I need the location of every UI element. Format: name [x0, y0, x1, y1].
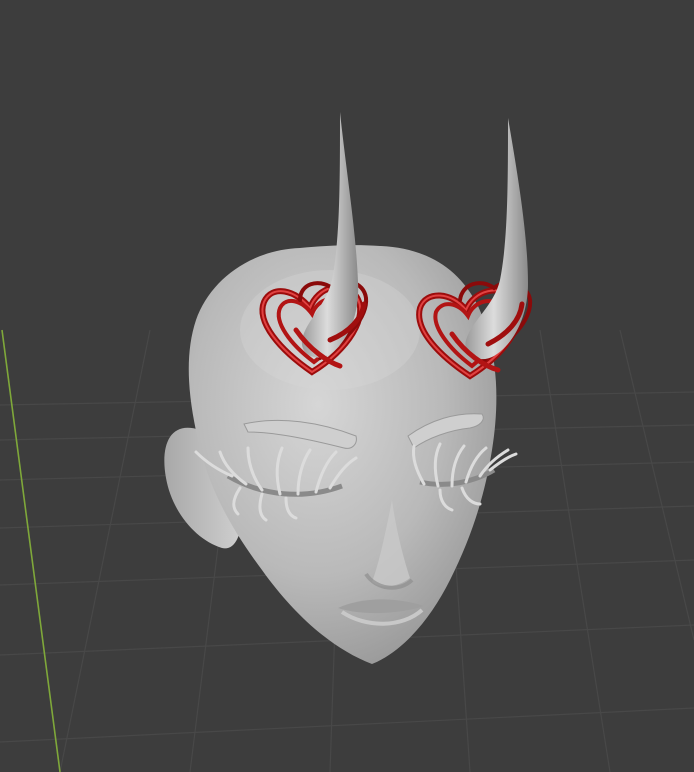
- viewport-canvas[interactable]: [0, 0, 694, 772]
- 3d-viewport[interactable]: [0, 0, 694, 772]
- y-axis-line: [1, 329, 61, 772]
